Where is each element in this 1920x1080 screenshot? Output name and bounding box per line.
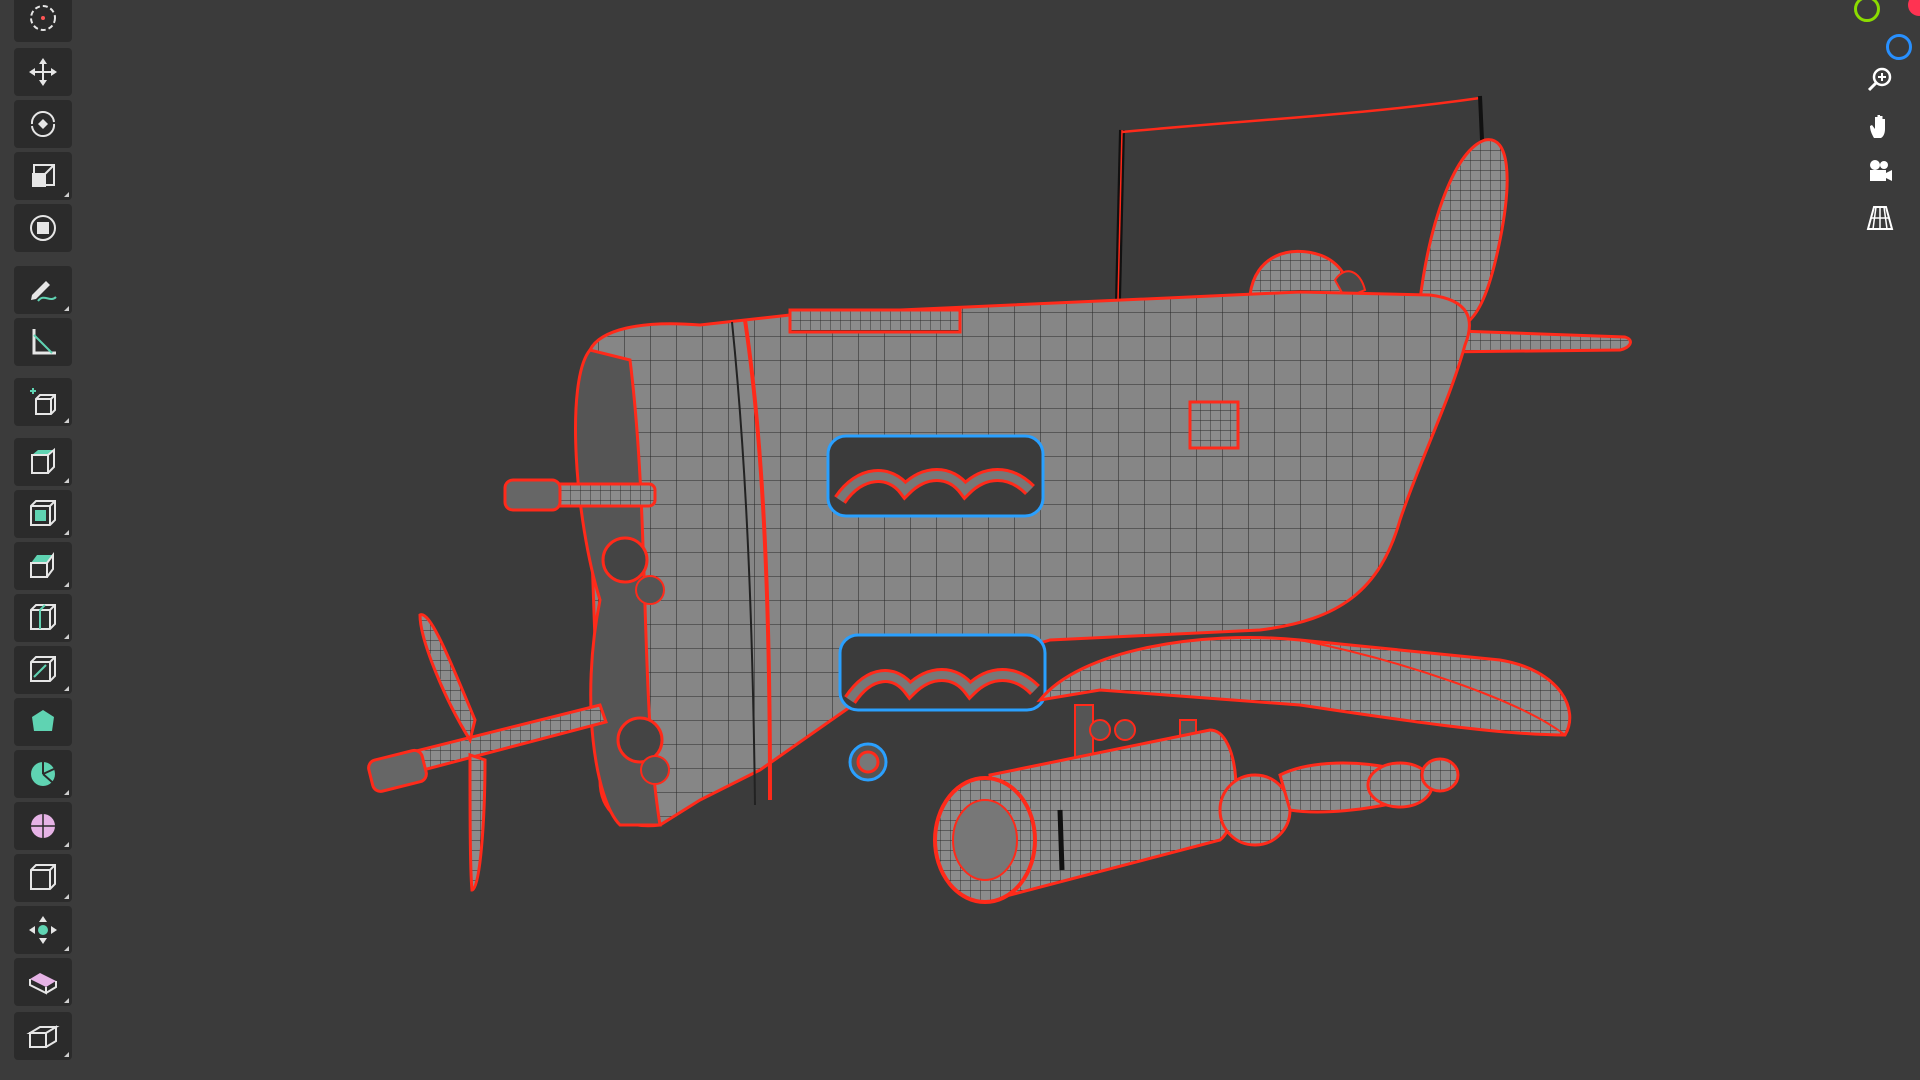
drop-tank	[933, 728, 1238, 904]
add-cube-tool[interactable]	[14, 378, 72, 426]
edge-slide-icon	[30, 864, 56, 890]
cursor-tool[interactable]	[14, 0, 72, 42]
shrink-fatten-icon	[29, 916, 57, 944]
rotate-icon	[30, 110, 56, 138]
smooth-icon	[31, 814, 55, 838]
bombs	[1218, 757, 1460, 847]
navigation-gizmo	[1850, 0, 1920, 260]
measure-icon	[32, 329, 56, 355]
knife-icon	[30, 656, 56, 682]
add-cube-icon	[30, 388, 56, 415]
spin-icon	[31, 762, 55, 786]
gizmo-x-axis[interactable]	[1908, 0, 1920, 16]
camera-button[interactable]	[1860, 152, 1900, 192]
propeller	[367, 613, 608, 892]
fuselage	[588, 290, 1471, 828]
loop-cut-tool[interactable]	[14, 594, 72, 642]
3d-viewport[interactable]	[0, 0, 1920, 1080]
scale-tool[interactable]	[14, 152, 72, 200]
tail-fin	[1418, 138, 1509, 322]
extrude-tool[interactable]	[14, 438, 72, 486]
bevel-icon	[30, 552, 54, 578]
rip-region-icon	[26, 1025, 60, 1048]
annotate-icon	[31, 281, 57, 302]
extrude-icon	[31, 447, 55, 474]
poly-build-tool[interactable]	[14, 698, 72, 746]
shrink-fatten-tool[interactable]	[14, 906, 72, 954]
zoom-button[interactable]	[1860, 60, 1900, 100]
loop-cut-icon	[30, 604, 56, 630]
inset-tool[interactable]	[14, 490, 72, 538]
transform-icon	[30, 215, 56, 241]
annotate-tool[interactable]	[14, 266, 72, 314]
shear-icon	[29, 973, 57, 995]
smooth-tool[interactable]	[14, 802, 72, 850]
inset-icon	[30, 500, 56, 526]
gizmo-z-axis[interactable]	[1886, 34, 1912, 60]
hand-icon	[1870, 115, 1885, 138]
move-icon	[29, 58, 57, 86]
perspective-button[interactable]	[1860, 198, 1900, 238]
wing	[1036, 636, 1572, 737]
edge-slide-tool[interactable]	[14, 854, 72, 902]
shear-tool[interactable]	[14, 958, 72, 1006]
tool-shelf	[12, 0, 74, 1080]
knife-tool[interactable]	[14, 646, 72, 694]
exhaust-upper	[826, 434, 1045, 518]
pan-button[interactable]	[1860, 106, 1900, 146]
poly-build-icon	[32, 710, 54, 731]
upper-gun	[503, 478, 657, 512]
zoom-icon	[1867, 67, 1892, 92]
transform-tool[interactable]	[14, 204, 72, 252]
move-tool[interactable]	[14, 48, 72, 96]
rotate-tool[interactable]	[14, 100, 72, 148]
measure-tool[interactable]	[14, 318, 72, 366]
rip-region-tool[interactable]	[14, 1012, 72, 1060]
grid-icon	[1866, 206, 1894, 230]
cursor-icon	[30, 5, 56, 31]
scale-icon	[32, 164, 55, 187]
airplane-model[interactable]	[0, 0, 1920, 1080]
camera-icon	[1870, 160, 1892, 181]
bevel-tool[interactable]	[14, 542, 72, 590]
spin-tool[interactable]	[14, 750, 72, 798]
gizmo-y-axis[interactable]	[1854, 0, 1880, 22]
exhaust-lower	[838, 633, 1047, 782]
